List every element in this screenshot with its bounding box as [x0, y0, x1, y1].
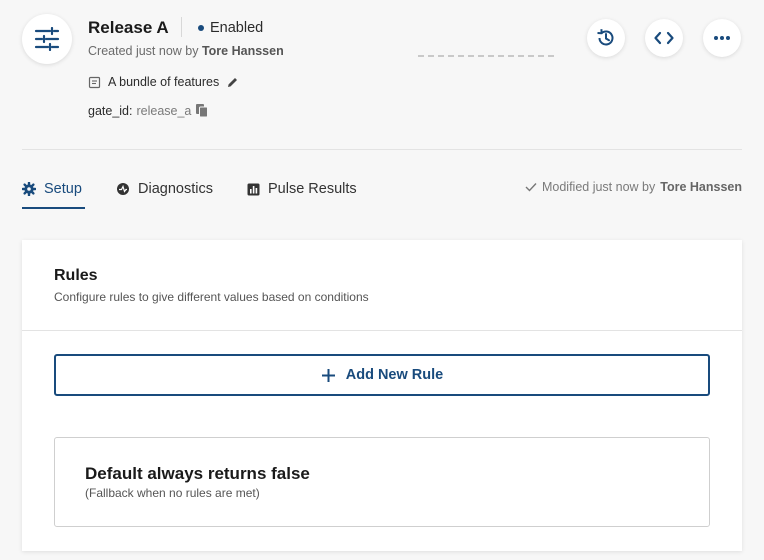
plus-icon — [321, 368, 335, 382]
note-icon — [88, 76, 101, 88]
gate-id-label: gate_id: — [88, 103, 133, 118]
sliders-icon — [34, 27, 60, 51]
add-new-rule-button[interactable]: Add New Rule — [54, 354, 710, 396]
created-by: Tore Hanssen — [201, 44, 284, 58]
header-divider — [22, 149, 742, 150]
gate-id-row: gate_id: release_a — [88, 103, 209, 118]
rules-divider — [22, 330, 742, 331]
bar-chart-icon — [247, 183, 260, 195]
rules-subtitle: Configure rules to give different values… — [54, 290, 369, 304]
gate-avatar — [22, 14, 72, 64]
status-label: Enabled — [210, 20, 264, 36]
description-text: A bundle of features — [108, 75, 220, 89]
description-row: A bundle of features — [88, 75, 239, 89]
history-button[interactable] — [587, 19, 625, 57]
more-icon — [714, 36, 730, 40]
gate-id-value: release_a — [136, 103, 192, 118]
tab-setup-label: Setup — [44, 181, 82, 197]
tab-pulse-results-label: Pulse Results — [268, 181, 357, 197]
rules-title: Rules — [54, 267, 98, 284]
created-info: Created just now by Tore Hanssen — [88, 44, 284, 58]
edit-pencil-icon[interactable] — [226, 76, 239, 89]
default-rule-box: Default always returns false (Fallback w… — [54, 437, 710, 527]
add-new-rule-label: Add New Rule — [345, 367, 444, 383]
default-rule-subtitle: (Fallback when no rules are met) — [85, 486, 260, 500]
page-title: Release A — [88, 18, 169, 37]
created-prefix: Created just now by — [88, 44, 199, 58]
title-divider — [181, 17, 182, 37]
gear-icon — [22, 182, 36, 196]
status-dot — [198, 25, 204, 31]
code-icon — [654, 31, 674, 45]
tab-pulse-results[interactable]: Pulse Results — [247, 181, 357, 197]
modified-by: Tore Hanssen — [660, 180, 742, 194]
header-dashed-divider — [418, 55, 554, 57]
rules-card: Rules Configure rules to give different … — [22, 240, 742, 551]
history-icon — [597, 29, 614, 46]
modified-prefix: Modified just now by — [541, 180, 656, 194]
diagnostics-icon — [117, 183, 129, 195]
status-badge: Enabled — [198, 20, 263, 36]
tab-diagnostics[interactable]: Diagnostics — [116, 181, 213, 197]
tab-setup[interactable]: Setup — [22, 181, 82, 197]
default-rule-title: Default always returns false — [85, 464, 310, 483]
code-button[interactable] — [645, 19, 683, 57]
tab-diagnostics-label: Diagnostics — [138, 181, 213, 197]
modified-info: Modified just now by Tore Hanssen — [525, 180, 742, 194]
more-button[interactable] — [703, 19, 741, 57]
active-tab-indicator — [22, 207, 85, 209]
checkmark-icon — [525, 183, 537, 192]
copy-icon[interactable] — [195, 103, 209, 118]
